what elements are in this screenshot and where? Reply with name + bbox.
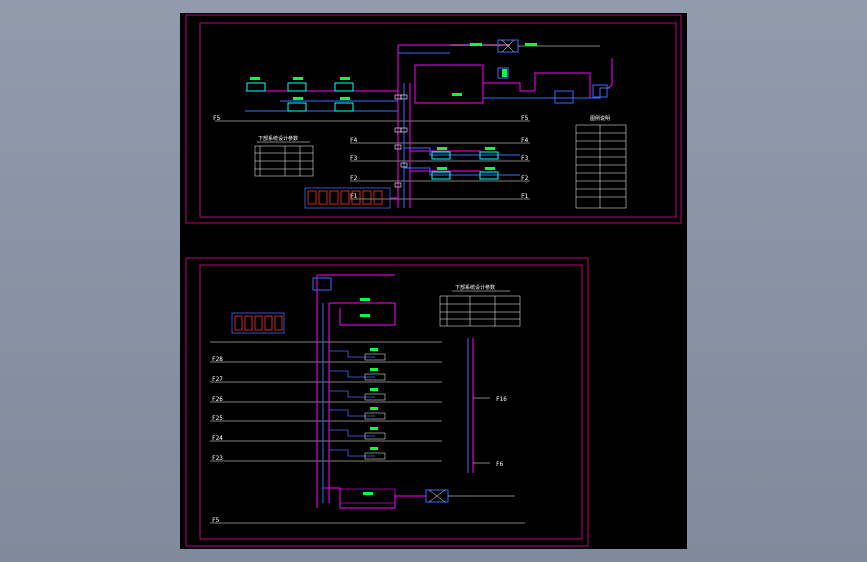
floor-label: F5 bbox=[213, 115, 221, 122]
bottom-loop bbox=[323, 487, 515, 509]
floor-label: F26 bbox=[212, 396, 223, 403]
bottom-manifold bbox=[231, 312, 285, 334]
bottom-sheet: F28 F27 F26 F25 F24 F23 F5 F16 F6 下部系统设计… bbox=[185, 257, 589, 547]
floor-label: F27 bbox=[212, 376, 223, 383]
drawing-svg: F5 F4 F3 F2 F1 F5 F4 F3 F2 F1 下部系统设计参数 图… bbox=[185, 14, 682, 547]
top-loop bbox=[414, 58, 613, 104]
green-fixtures bbox=[250, 43, 537, 170]
floor-label: F24 bbox=[212, 435, 223, 442]
floor-label: F4 bbox=[350, 137, 358, 144]
top-parameter-table bbox=[254, 145, 314, 177]
bottom-green-fixtures bbox=[360, 298, 378, 495]
floor-label: F5 bbox=[212, 517, 220, 524]
drawing-canvas[interactable]: F5 F4 F3 F2 F1 F5 F4 F3 F2 F1 下部系统设计参数 图… bbox=[180, 13, 687, 549]
floor-label: F2 bbox=[350, 175, 358, 182]
floor-label: F28 bbox=[212, 356, 223, 363]
top-sheet: F5 F4 F3 F2 F1 F5 F4 F3 F2 F1 下部系统设计参数 图… bbox=[185, 14, 682, 224]
floor-label: F2 bbox=[521, 175, 529, 182]
floor-label: F3 bbox=[521, 155, 529, 162]
top-legend bbox=[575, 124, 627, 209]
bottom-right-riser bbox=[467, 338, 490, 473]
bottom-risers bbox=[312, 274, 396, 508]
top-legend-title: 图例说明 bbox=[590, 115, 610, 122]
floor-label: F5 bbox=[521, 115, 529, 122]
cad-viewer-background: F5 F4 F3 F2 F1 F5 F4 F3 F2 F1 下部系统设计参数 图… bbox=[0, 0, 867, 562]
top-pump-row-left bbox=[245, 82, 398, 112]
riser-label: F6 bbox=[496, 461, 504, 468]
riser-label: F16 bbox=[496, 396, 507, 403]
floor-label: F1 bbox=[350, 193, 358, 200]
floor-label: F3 bbox=[350, 155, 358, 162]
floor-label: F4 bbox=[521, 137, 529, 144]
floor-label: F23 bbox=[212, 455, 223, 462]
bottom-floor-branches bbox=[329, 350, 386, 460]
bottom-parameter-table bbox=[439, 295, 521, 327]
floor-label: F1 bbox=[521, 193, 529, 200]
floor-branches bbox=[404, 147, 520, 180]
riser-valves bbox=[394, 94, 408, 188]
floor-label: F25 bbox=[212, 415, 223, 422]
top-table-title: 下部系统设计参数 bbox=[258, 135, 298, 142]
bottom-table-title: 下部系统设计参数 bbox=[455, 284, 495, 291]
